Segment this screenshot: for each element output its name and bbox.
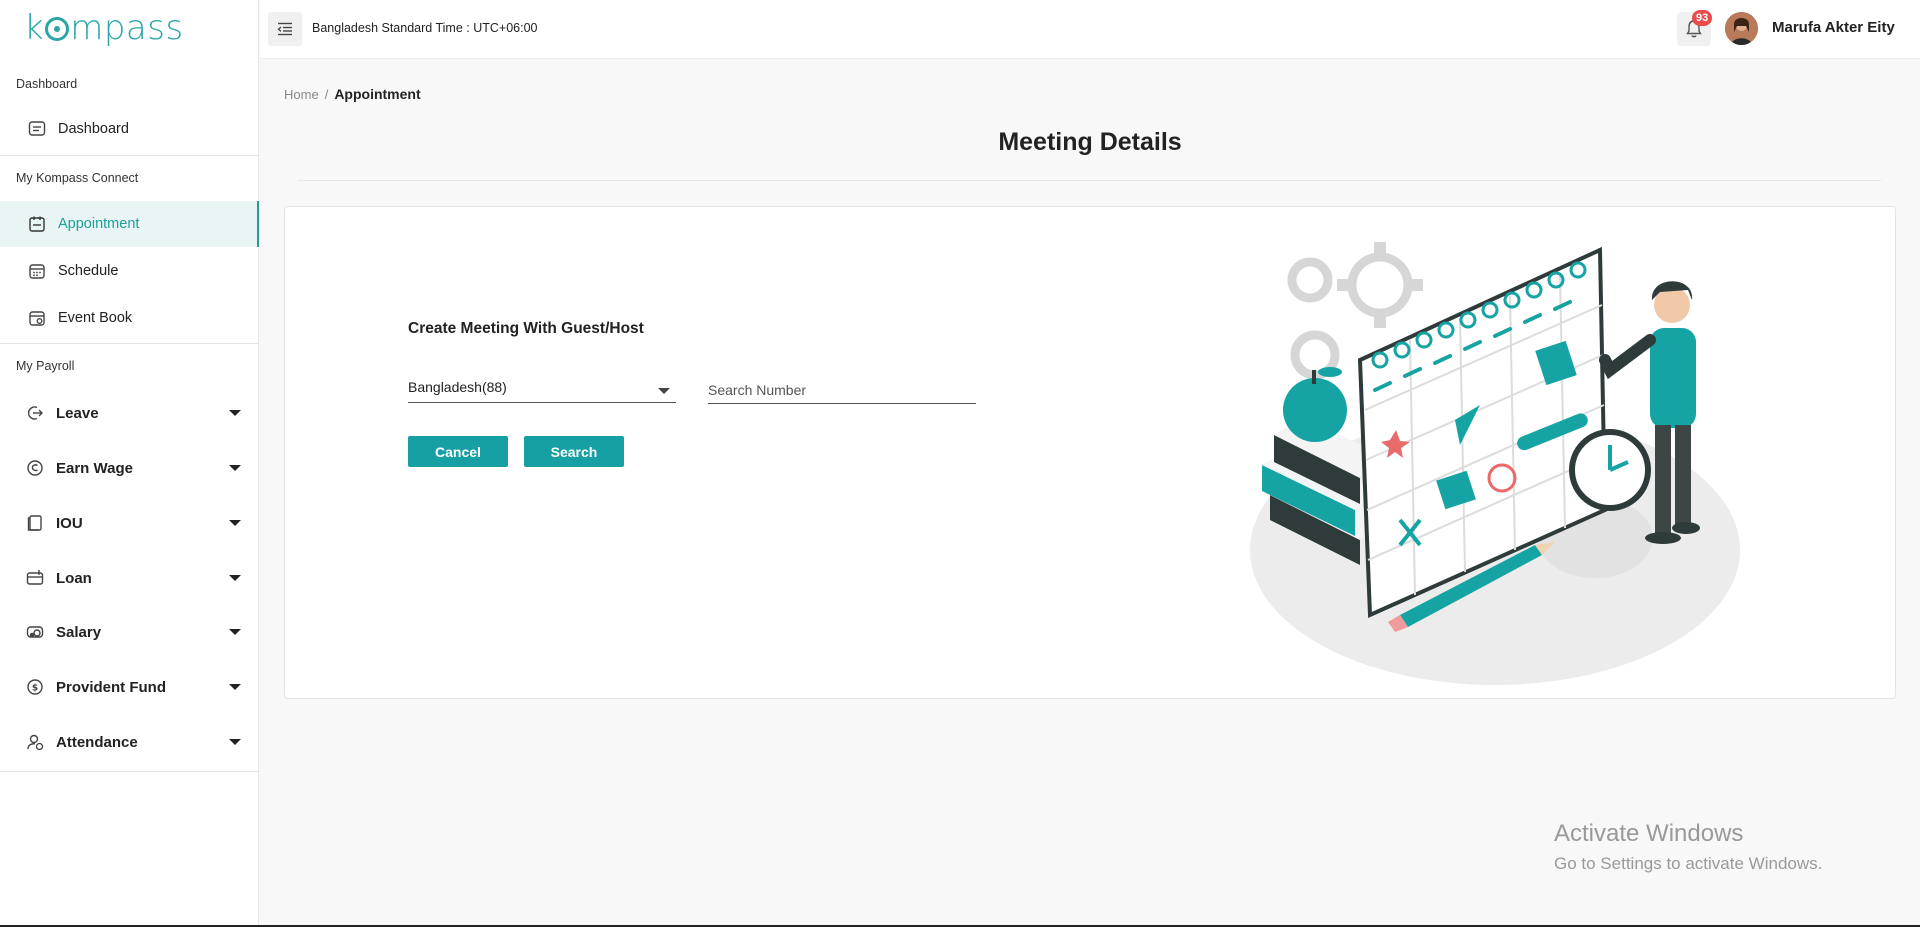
chevron-down-icon[interactable] [229, 684, 241, 690]
form-title: Create Meeting With Guest/Host [408, 320, 644, 337]
sidebar-item-attendance[interactable]: Attendance [0, 719, 259, 765]
sidebar-item-label: Event Book [58, 310, 133, 326]
svg-text:$: $ [32, 684, 38, 694]
iou-icon [25, 513, 45, 533]
sidebar-item-label: Attendance [56, 733, 138, 751]
breadcrumb-separator: / [324, 87, 329, 102]
sidebar-item-earn-wage[interactable]: Earn Wage [0, 445, 259, 491]
sidebar-section-kompass-connect: My Kompass Connect [16, 171, 139, 185]
sidebar-section-dashboard: Dashboard [16, 77, 78, 91]
sidebar-item-label: Earn Wage [56, 459, 133, 477]
dropdown-arrow-icon [658, 388, 670, 394]
loan-icon [25, 568, 45, 588]
chevron-down-icon[interactable] [229, 465, 241, 471]
sidebar-divider [0, 343, 259, 344]
sidebar-item-loan[interactable]: Loan [0, 555, 259, 601]
kompass-logo[interactable]: k mpass [24, 8, 184, 48]
timezone-label: Bangladesh Standard Time : UTC+06:00 [312, 21, 538, 35]
user-name[interactable]: Marufa Akter Eity [1772, 19, 1895, 36]
chevron-down-icon[interactable] [229, 629, 241, 635]
calendar-icon [27, 261, 47, 281]
country-code-select[interactable]: Bangladesh(88) [408, 375, 676, 403]
watermark-subtitle: Go to Settings to activate Windows. [1554, 854, 1823, 873]
sidebar-item-provident-fund[interactable]: $ Provident Fund [0, 664, 259, 710]
chevron-down-icon[interactable] [229, 575, 241, 581]
sidebar-item-iou[interactable]: IOU [0, 500, 259, 546]
topbar: Bangladesh Standard Time : UTC+06:00 93 … [260, 0, 1920, 59]
sidebar-item-label: Loan [56, 569, 92, 587]
chevron-down-icon[interactable] [229, 520, 241, 526]
chevron-down-icon[interactable] [229, 739, 241, 745]
avatar[interactable] [1725, 12, 1758, 45]
earn-wage-icon [25, 458, 45, 478]
leave-icon [25, 403, 45, 423]
activate-windows-watermark: Activate Windows Go to Settings to activ… [1554, 820, 1822, 874]
search-button[interactable]: Search [524, 436, 624, 467]
sidebar-item-label: IOU [56, 514, 83, 532]
breadcrumb: Home / Appointment [284, 86, 421, 102]
watermark-title: Activate Windows [1554, 820, 1744, 847]
menu-toggle-button[interactable] [268, 12, 302, 46]
indent-icon [277, 22, 292, 36]
sidebar-item-leave[interactable]: Leave [0, 390, 259, 436]
sidebar-item-event-book[interactable]: Event Book [0, 295, 259, 341]
page-title: Meeting Details [998, 128, 1182, 156]
search-number-input[interactable] [708, 376, 976, 404]
sidebar-item-label: Appointment [58, 216, 140, 232]
event-book-icon [27, 308, 47, 328]
appointment-icon [27, 214, 47, 234]
sidebar-item-label: Schedule [58, 263, 119, 279]
provident-fund-icon: $ [25, 677, 45, 697]
chevron-down-icon[interactable] [229, 410, 241, 416]
breadcrumb-home[interactable]: Home [284, 87, 319, 102]
sidebar-item-schedule[interactable]: Schedule [0, 248, 259, 294]
salary-icon [25, 622, 45, 642]
sidebar-divider [0, 771, 259, 772]
calendar-illustration [1250, 242, 1740, 685]
sidebar-item-label: Leave [56, 404, 99, 422]
attendance-icon [25, 732, 45, 752]
sidebar-item-label: Provident Fund [56, 678, 166, 696]
sidebar-item-label: Salary [56, 623, 102, 641]
breadcrumb-current: Appointment [334, 86, 421, 102]
country-code-value: Bangladesh(88) [408, 379, 507, 395]
sidebar-item-appointment[interactable]: Appointment [0, 201, 259, 247]
sidebar-item-salary[interactable]: Salary [0, 609, 259, 655]
title-divider [298, 180, 1881, 181]
sidebar-section-payroll: My Payroll [16, 359, 75, 373]
cancel-button[interactable]: Cancel [408, 436, 508, 467]
notification-badge: 93 [1692, 10, 1713, 26]
